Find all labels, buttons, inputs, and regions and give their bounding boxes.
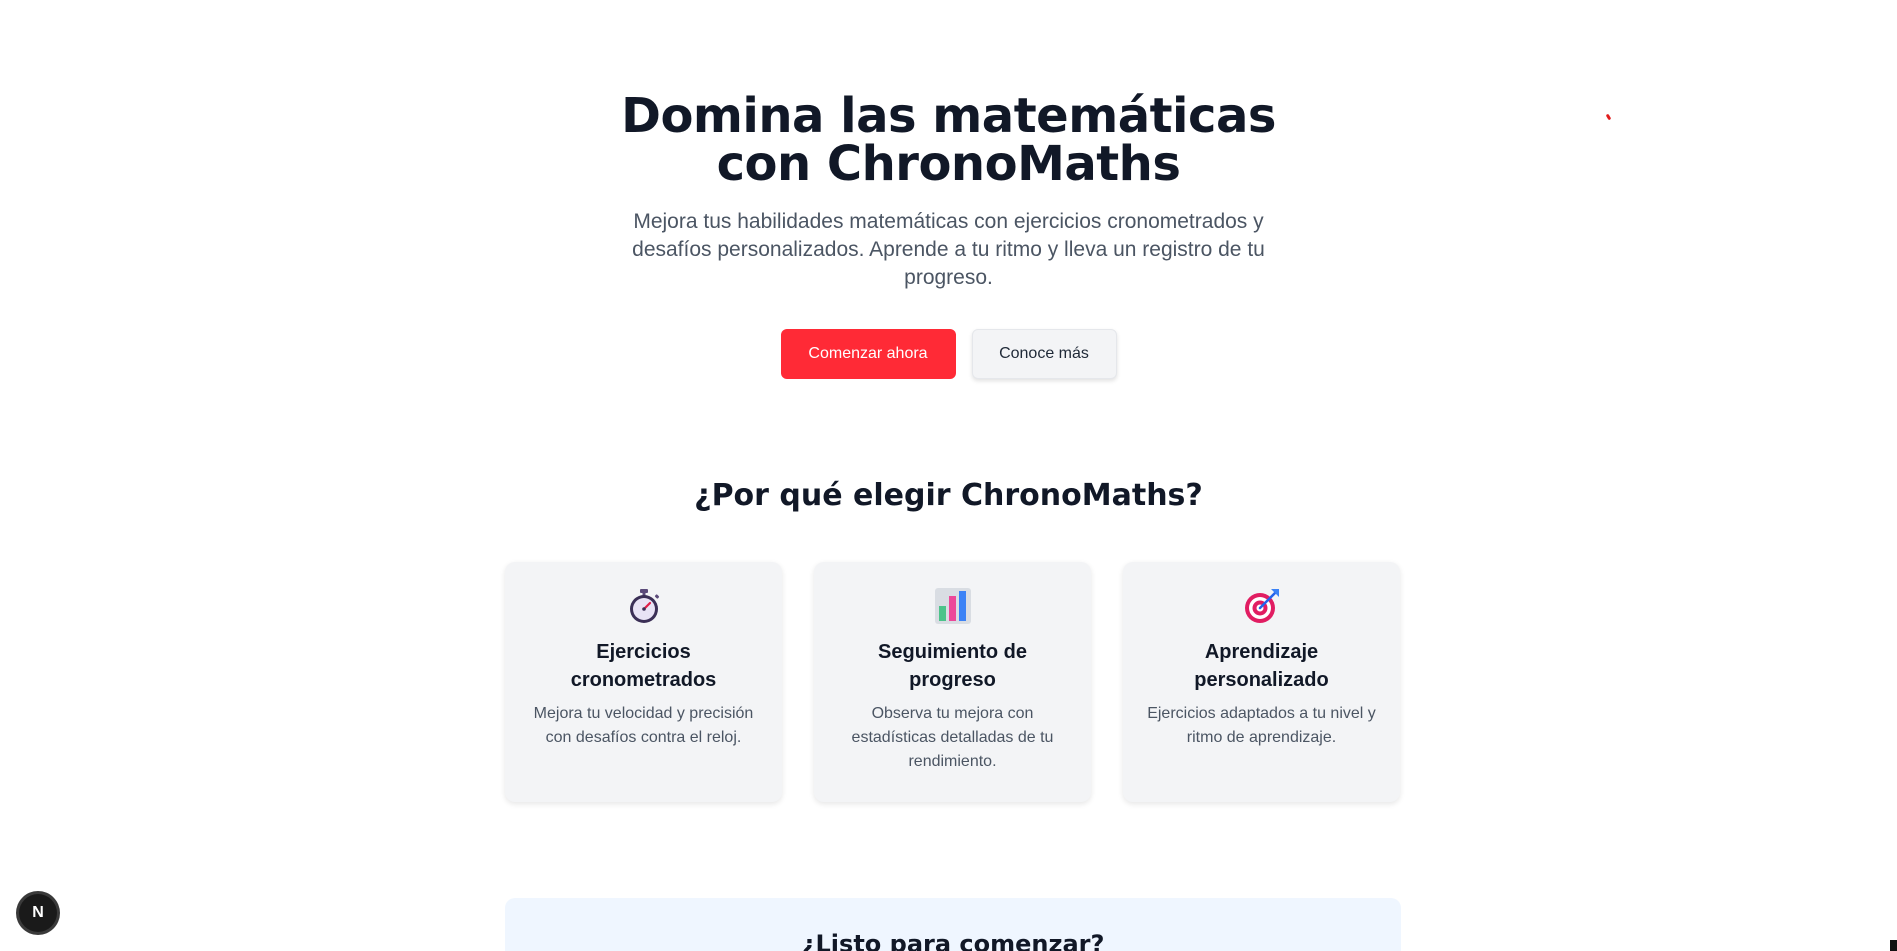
dev-tools-badge[interactable]: N [19, 894, 57, 932]
card-title: Ejercicios cronometrados [570, 641, 717, 691]
features-title: ¿Por qué elegir ChronoMaths? [694, 478, 1203, 513]
card-description: Ejercicios adaptados a tu nivel y ritmo … [1147, 705, 1376, 746]
start-now-button[interactable]: Comenzar ahora [780, 329, 956, 379]
corner-mark [1890, 940, 1897, 951]
card-description: Observa tu mejora con estadísticas detal… [851, 705, 1054, 770]
feature-card-progress: Seguimiento de progreso Observa tu mejor… [814, 562, 1091, 802]
ready-section: ¿Listo para comenzar? [505, 898, 1401, 951]
card-title: Aprendizaje personalizado [1194, 641, 1329, 691]
bar-chart-icon [934, 588, 971, 624]
target-icon [1244, 589, 1279, 623]
feature-card-timed: Ejercicios cronometrados Mejora tu veloc… [505, 562, 782, 802]
learn-more-button[interactable]: Conoce más [971, 329, 1117, 379]
cta-row: Comenzar ahora Conoce más [0, 329, 1897, 379]
ready-title: ¿Listo para comenzar? [801, 930, 1105, 951]
landing-page: Domina las matemáticas con ChronoMaths M… [0, 0, 1897, 951]
hero-subtitle: Mejora tus habilidades matemáticas con e… [632, 210, 1265, 289]
feature-cards: Ejercicios cronometrados Mejora tu veloc… [505, 562, 1400, 802]
hero-section: Domina las matemáticas con ChronoMaths M… [0, 92, 1897, 379]
card-title: Seguimiento de progreso [878, 641, 1027, 691]
hero-title: Domina las matemáticas con ChronoMaths [621, 88, 1276, 192]
feature-card-personalized: Aprendizaje personalizado Ejercicios ada… [1123, 562, 1400, 802]
stopwatch-icon [629, 589, 659, 623]
card-description: Mejora tu velocidad y precisión con desa… [533, 705, 754, 746]
